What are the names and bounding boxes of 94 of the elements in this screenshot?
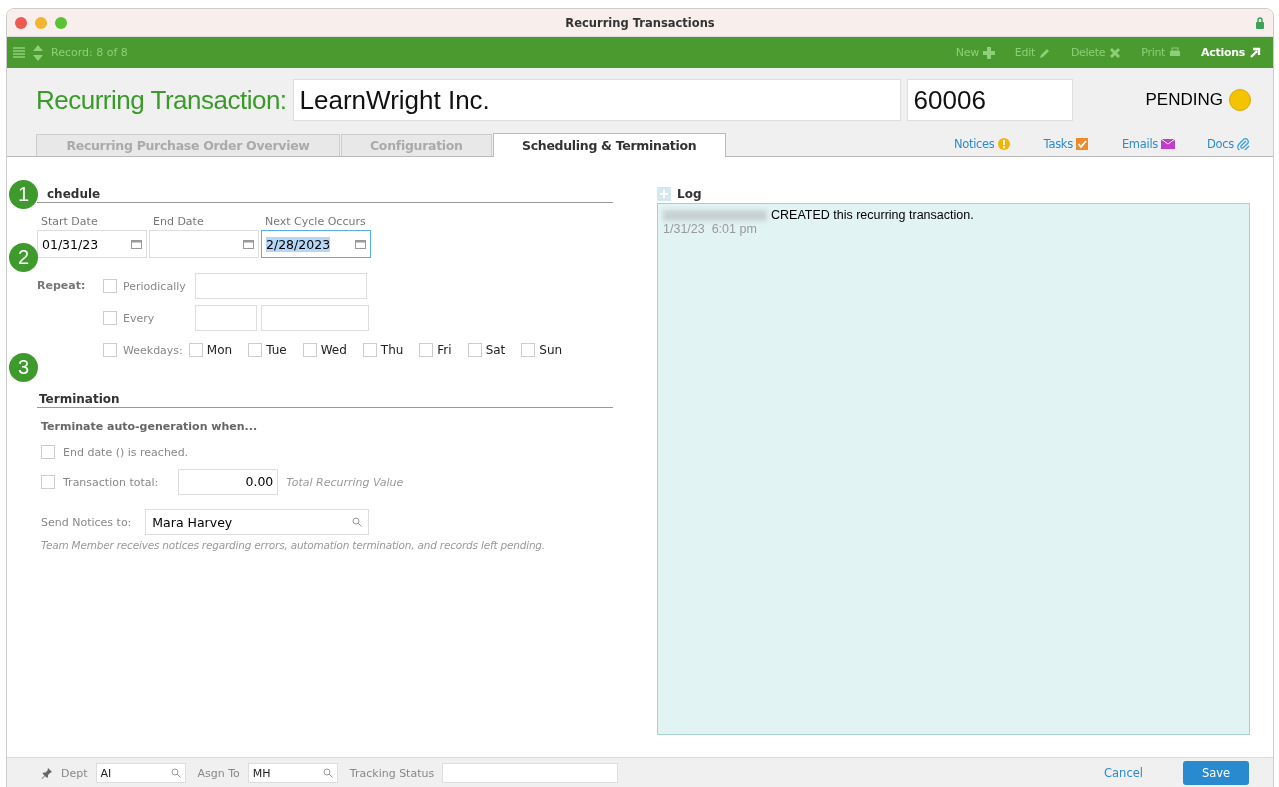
day-label: Tue — [266, 343, 287, 357]
day-label: Wed — [320, 343, 347, 357]
option-label: Periodically — [123, 279, 187, 293]
calendar-icon[interactable] — [355, 238, 366, 250]
calendar-icon[interactable] — [243, 238, 254, 250]
cancel-button[interactable]: Cancel — [1098, 765, 1149, 781]
search-icon[interactable] — [322, 768, 333, 778]
zoom-button[interactable] — [55, 16, 67, 29]
pencil-icon — [1038, 46, 1051, 59]
checkbox[interactable] — [41, 475, 55, 489]
log-time: 1/31/23 6:01 pm — [663, 222, 758, 236]
date-field[interactable] — [149, 230, 259, 258]
search-icon[interactable] — [352, 517, 363, 527]
up-down-arrows-icon[interactable] — [33, 44, 43, 61]
tab[interactable]: Configuration — [341, 134, 492, 156]
tasks-link[interactable]: Tasks — [1043, 137, 1090, 151]
checkbox[interactable] — [419, 343, 434, 357]
step-badge: 3 — [9, 353, 38, 382]
input-field[interactable] — [442, 763, 619, 783]
field-label: Next Cycle Occurs — [265, 215, 367, 228]
checkbox[interactable] — [41, 445, 55, 459]
close-button[interactable] — [15, 16, 27, 29]
search-field[interactable]: Mara Harvey — [145, 509, 370, 535]
minimize-button[interactable] — [35, 16, 47, 29]
option-label: Every — [123, 311, 156, 325]
option-label: End date () is reached. — [63, 445, 189, 459]
subheading: Terminate auto-generation when... — [41, 420, 259, 433]
checkbox[interactable] — [188, 343, 203, 357]
calendar-icon[interactable] — [131, 238, 142, 250]
log-title: Log — [677, 187, 702, 201]
plus-icon — [982, 46, 995, 59]
expand-icon[interactable] — [657, 187, 671, 201]
actions-button[interactable]: Actions — [1195, 46, 1267, 59]
day-label: Fri — [437, 343, 452, 357]
step-badge: 1 — [9, 180, 38, 209]
date-field[interactable]: 01/31/23 — [37, 230, 147, 258]
section-heading: chedule — [37, 187, 613, 203]
input-field[interactable] — [261, 305, 369, 331]
record-counter: Record: 8 of 8 — [51, 46, 128, 59]
date-field[interactable]: 2/28/2023 — [261, 230, 371, 258]
input-field[interactable] — [195, 305, 257, 331]
checkbox[interactable] — [521, 343, 536, 357]
tab[interactable]: Scheduling & Termination — [492, 133, 726, 157]
save-button[interactable]: Save — [1183, 761, 1249, 785]
field-label: End Date — [153, 215, 205, 228]
field-label: Asgn To — [197, 766, 240, 780]
search-field[interactable]: AI — [95, 763, 186, 783]
emails-link[interactable]: Emails — [1121, 137, 1175, 151]
checkbox[interactable] — [362, 343, 377, 357]
search-icon[interactable] — [170, 768, 181, 778]
tab[interactable]: Recurring Purchase Order Overview — [36, 134, 340, 156]
notices-link[interactable]: Notices — [953, 137, 1012, 151]
repeat-label: Repeat: — [37, 279, 86, 292]
input-field[interactable] — [195, 273, 367, 299]
menu-icon[interactable] — [13, 46, 25, 59]
number-field[interactable]: 60006 — [906, 79, 1073, 121]
option-label: Weekdays: — [123, 343, 183, 357]
paperclip-icon — [1237, 138, 1251, 150]
arrow-icon — [1249, 46, 1261, 59]
alert-icon — [997, 138, 1012, 150]
window-title: Recurring Transactions — [565, 15, 715, 30]
search-field[interactable]: MH — [247, 763, 338, 783]
day-label: Mon — [206, 343, 233, 357]
printer-icon — [1169, 46, 1182, 59]
step-badge: 2 — [9, 243, 38, 272]
checkbox[interactable] — [248, 343, 263, 357]
field-label: Dept — [61, 766, 88, 780]
status-label: PENDING — [1145, 90, 1223, 110]
log-entry: CREATED this recurring transaction. — [771, 208, 974, 222]
record-title: Recurring Transaction: — [36, 84, 287, 116]
section-heading: Termination — [37, 392, 613, 408]
envelope-icon — [1161, 138, 1175, 150]
field-label: Tracking Status — [349, 766, 435, 780]
checkbox[interactable] — [467, 343, 482, 357]
day-label: Sun — [539, 343, 563, 357]
checkbox[interactable] — [302, 343, 317, 357]
field-label: Start Date — [41, 215, 99, 228]
docs-link[interactable]: Docs — [1207, 137, 1251, 151]
checkbox[interactable] — [103, 279, 117, 293]
checkbox[interactable] — [103, 343, 117, 357]
option-label: Transaction total: — [63, 475, 159, 489]
day-label: Sat — [485, 343, 506, 357]
help-text: Team Member receives notices regarding errors, automation termination, and records left pending. — [41, 539, 546, 551]
cross-icon — [1109, 46, 1122, 59]
hint-text: Total Recurring Value — [286, 475, 404, 489]
day-label: Thu — [380, 343, 404, 357]
checkbox-icon — [1075, 138, 1090, 150]
name-field[interactable]: LearnWright Inc. — [292, 79, 901, 121]
status-dot — [1229, 89, 1251, 111]
field-label: Send Notices to: — [41, 515, 132, 529]
checkbox[interactable] — [103, 311, 117, 325]
pin-icon[interactable] — [41, 767, 53, 779]
lock-icon — [1255, 16, 1265, 29]
amount-field[interactable]: 0.00 — [178, 469, 279, 495]
